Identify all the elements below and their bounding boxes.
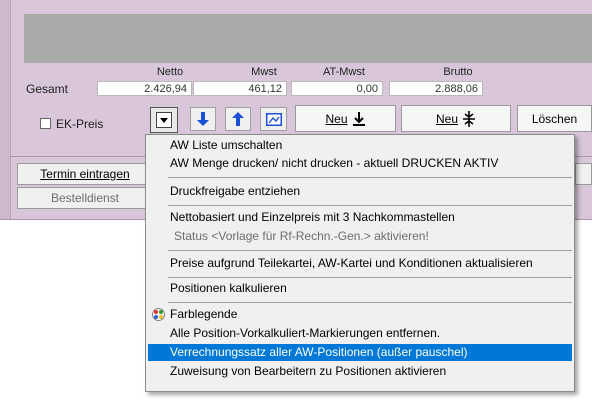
menu-item-aw-liste-umschalten[interactable]: AW Liste umschalten: [148, 137, 572, 154]
image-icon: [265, 112, 282, 126]
options-context-menu: AW Liste umschalten AW Menge drucken/ ni…: [145, 134, 575, 392]
neu-split-label: Neu: [435, 111, 458, 126]
arrow-down-icon: [197, 112, 209, 126]
bestelldienst-button[interactable]: Bestelldienst: [17, 187, 153, 209]
image-button[interactable]: [260, 107, 287, 131]
neu-down-button[interactable]: Neu: [295, 105, 396, 132]
positions-grid-area: [24, 14, 592, 63]
insert-below-icon: [352, 111, 365, 126]
ek-preis-label: EK-Preis: [56, 117, 104, 131]
menu-item-druckfreigabe-entziehen[interactable]: Druckfreigabe entziehen: [148, 183, 572, 200]
menu-separator: [168, 302, 572, 303]
menu-item-farblegende[interactable]: Farblegende: [148, 306, 572, 323]
menu-separator: [168, 250, 572, 251]
ek-preis-checkbox[interactable]: [40, 118, 51, 129]
menu-item-aw-menge-drucken[interactable]: AW Menge drucken/ nicht drucken - aktuel…: [148, 155, 572, 172]
column-at-mwst: AT-Mwst: [323, 66, 365, 78]
column-brutto: Brutto: [443, 66, 473, 78]
menu-item-preise-aktualisieren[interactable]: Preise aufgrund Teilekartei, AW-Kartei u…: [148, 255, 572, 272]
mwst-field: 461,12: [193, 81, 287, 96]
menu-item-verrechnungssatz[interactable]: Verrechnungssatz aller AW-Positionen (au…: [148, 344, 572, 361]
menu-separator: [168, 277, 572, 278]
menu-item-farblegende-label: Farblegende: [170, 307, 238, 321]
bestelldienst-label: Bestelldienst: [50, 191, 120, 205]
menu-item-bearbeiter-zuweisung[interactable]: Zuweisung von Bearbeitern zu Positionen …: [148, 363, 572, 380]
loeschen-label: Löschen: [531, 111, 578, 126]
menu-item-positionen-kalkulieren[interactable]: Positionen kalkulieren: [148, 280, 572, 297]
move-down-button[interactable]: [190, 107, 216, 131]
arrow-up-icon: [232, 112, 244, 126]
dropdown-arrow-icon: [160, 117, 168, 123]
at-mwst-field: 0,00: [291, 81, 383, 96]
brutto-field: 2.888,06: [389, 81, 483, 96]
neu-down-label: Neu: [325, 111, 348, 126]
termin-eintragen-label: Termin eintragen: [40, 167, 130, 181]
menu-item-markierungen-entfernen[interactable]: Alle Position-Vorkalkuliert-Markierungen…: [148, 325, 572, 342]
gesamt-label: Gesamt: [26, 82, 69, 96]
right-edge-button[interactable]: [575, 163, 592, 185]
termin-eintragen-button[interactable]: Termin eintragen: [17, 163, 153, 185]
neu-split-button[interactable]: Neu: [401, 105, 511, 132]
column-mwst: Mwst: [251, 66, 277, 78]
column-netto: Netto: [156, 66, 184, 78]
menu-item-status-vorlage[interactable]: Status <Vorlage für Rf-Rechn.-Gen.> akti…: [148, 228, 572, 245]
menu-separator: [168, 205, 572, 206]
move-up-button[interactable]: [225, 107, 251, 131]
menu-separator: [168, 177, 572, 178]
menu-item-nettobasiert[interactable]: Nettobasiert und Einzelpreis mit 3 Nachk…: [148, 209, 572, 226]
loeschen-button[interactable]: Löschen: [517, 105, 592, 132]
netto-field: 2.426,94: [97, 81, 192, 96]
insert-between-icon: [463, 110, 475, 127]
color-palette-icon: [152, 308, 165, 321]
options-dropdown-button[interactable]: [150, 107, 178, 133]
